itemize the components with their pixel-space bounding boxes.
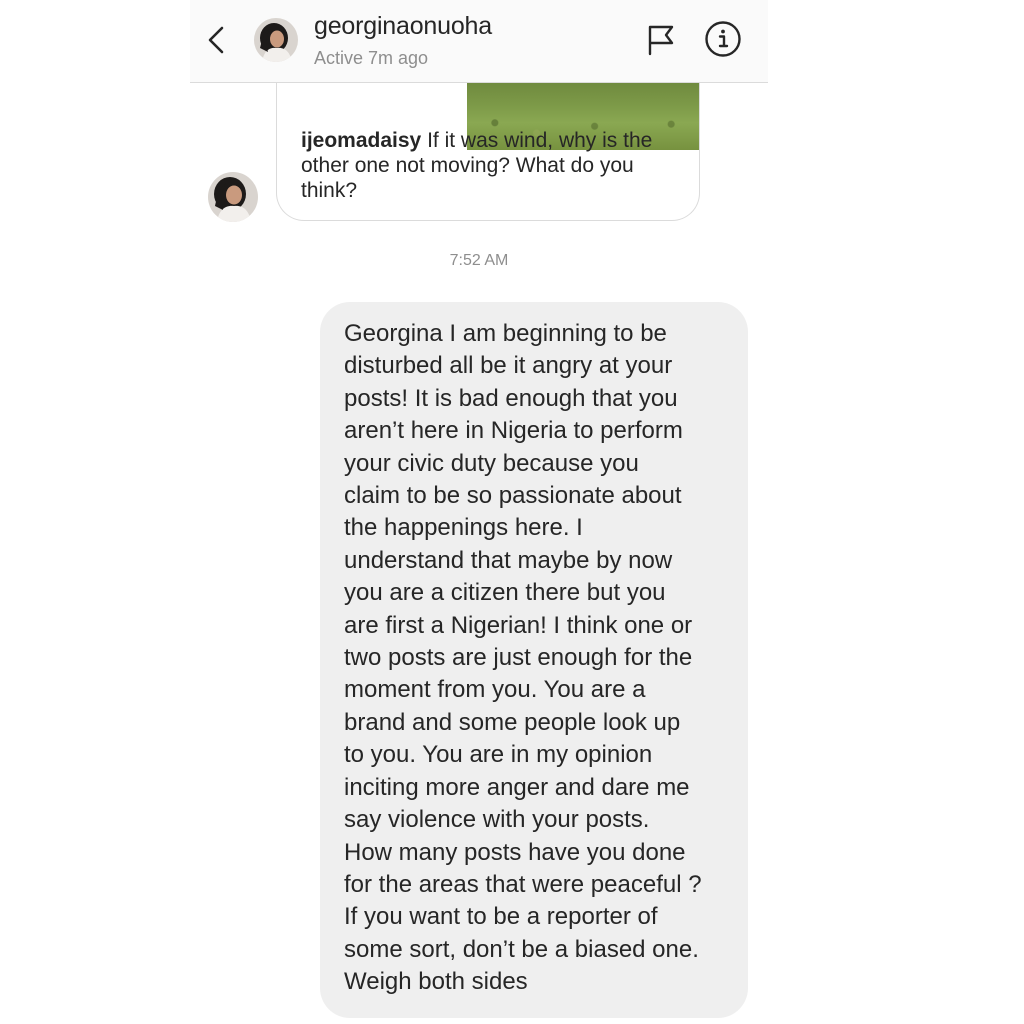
avatar[interactable] [254, 18, 298, 62]
message-timestamp: 7:52 AM [449, 252, 509, 269]
caption-username[interactable]: ijeomadaisy [301, 129, 421, 152]
info-button[interactable] [704, 20, 742, 58]
chevron-left-icon [208, 26, 224, 54]
sender-avatar[interactable] [208, 172, 258, 222]
direct-message-screen: ijeomadaisy If it was wind, why is the o… [190, 0, 768, 1024]
active-status: Active 7m ago [314, 48, 429, 68]
report-button[interactable] [646, 22, 676, 56]
profile-photo [254, 18, 298, 62]
sender-profile-photo [208, 172, 258, 222]
sent-message-bubble[interactable]: Georgina I am beginning to be disturbed … [320, 302, 748, 1018]
conversation-username[interactable]: georginaonuoha [314, 12, 492, 41]
info-icon [705, 21, 741, 57]
conversation-header: georginaonuoha Active 7m ago [190, 0, 768, 83]
sent-message-text: Georgina I am beginning to be disturbed … [344, 320, 702, 996]
shared-post-caption: ijeomadaisy If it was wind, why is the o… [301, 128, 681, 203]
back-button[interactable] [204, 22, 230, 58]
flag-icon [648, 25, 674, 56]
